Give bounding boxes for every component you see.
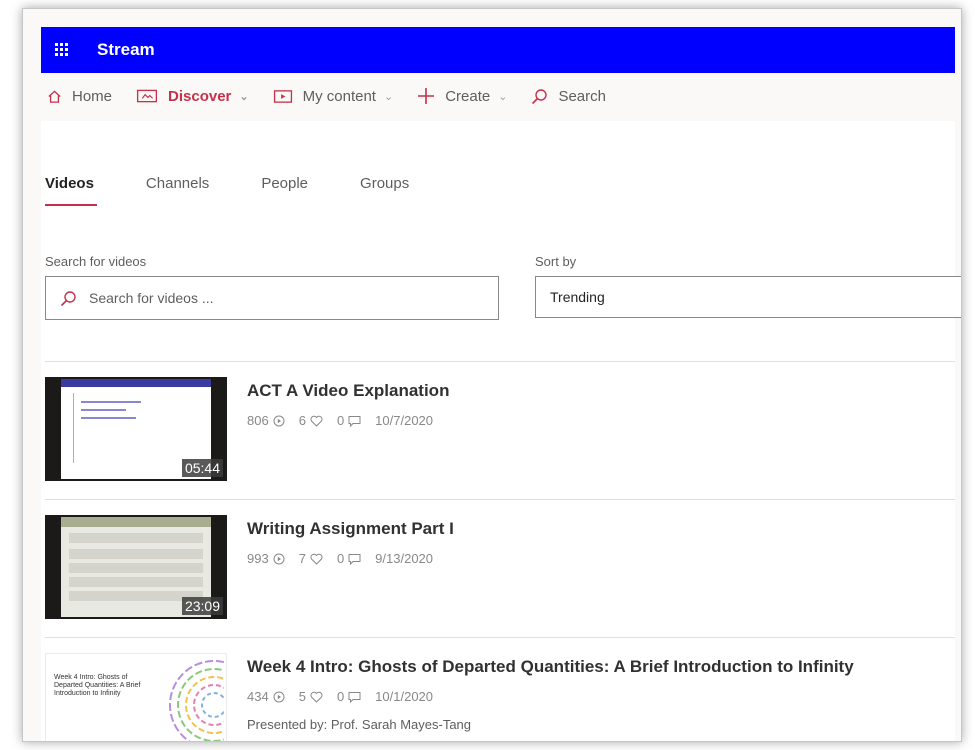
search-videos-input[interactable]: Search for videos ...: [45, 276, 499, 320]
discover-icon: [136, 89, 158, 102]
views-icon: [273, 691, 285, 702]
comment-icon: [348, 553, 361, 565]
views-icon: [273, 415, 285, 426]
video-thumbnail[interactable]: 05:44: [45, 377, 227, 481]
like-count: 5: [298, 689, 306, 704]
video-row[interactable]: 05:44 ACT A Video Explanation 806 6 0 10…: [45, 361, 955, 499]
chevron-down-icon: ⌄: [239, 90, 249, 103]
main-content: Videos Channels People Groups Search for…: [41, 121, 961, 741]
nav-search[interactable]: Search: [531, 88, 606, 105]
heart-icon: [310, 553, 323, 565]
video-presenter[interactable]: Presented by: Prof. Sarah Mayes-Tang: [247, 717, 471, 732]
video-row[interactable]: 23:09 Writing Assignment Part I 993 7 0 …: [45, 499, 955, 637]
heart-icon: [310, 415, 323, 427]
home-icon: [48, 89, 61, 103]
discover-tabs: Videos Channels People Groups: [45, 175, 461, 206]
app-title[interactable]: Stream: [97, 40, 155, 60]
video-row[interactable]: Week 4 Intro: Ghosts of Departed Quantit…: [45, 637, 955, 741]
search-icon: [532, 88, 548, 104]
sort-by-dropdown[interactable]: Trending: [535, 276, 961, 318]
main-nav: Home Discover ⌄ My content ⌄ Create ⌄ Se…: [47, 87, 630, 105]
comment-count: 0: [336, 689, 345, 704]
nav-my-content[interactable]: My content ⌄: [273, 87, 394, 105]
like-count: 6: [298, 413, 306, 428]
video-stats: 993 7 0 9/13/2020: [247, 551, 447, 566]
chevron-down-icon: ⌄: [383, 90, 394, 103]
video-title[interactable]: Writing Assignment Part I: [247, 519, 454, 539]
nav-create[interactable]: Create ⌄: [417, 87, 507, 105]
nav-discover[interactable]: Discover ⌄: [136, 88, 249, 105]
video-stats: 806 6 0 10/7/2020: [247, 413, 447, 428]
my-content-icon: [273, 89, 292, 103]
video-stats: 434 5 0 10/1/2020: [247, 689, 447, 704]
search-videos-label: Search for videos: [45, 254, 147, 269]
stream-window: Stream Home Discover ⌄ My content ⌄ Crea…: [22, 8, 962, 742]
search-icon: [60, 290, 76, 306]
sort-by-value: Trending: [550, 289, 605, 305]
sort-by-label: Sort by: [535, 254, 577, 269]
chevron-down-icon: ⌄: [498, 90, 508, 103]
nav-search-label: Search: [558, 87, 606, 105]
tab-channels[interactable]: Channels: [146, 175, 209, 206]
video-title[interactable]: ACT A Video Explanation: [247, 381, 449, 401]
nav-create-label: Create: [445, 87, 491, 105]
comment-icon: [348, 415, 361, 427]
heart-icon: [310, 691, 323, 703]
comment-count: 0: [336, 413, 345, 428]
comment-count: 0: [336, 551, 345, 566]
concentric-circles-graphic: [169, 660, 224, 741]
like-count: 7: [298, 551, 306, 566]
video-title[interactable]: Week 4 Intro: Ghosts of Departed Quantit…: [247, 657, 854, 677]
video-date: 10/7/2020: [375, 413, 434, 428]
video-date: 9/13/2020: [375, 551, 434, 566]
tab-people[interactable]: People: [261, 175, 308, 206]
video-duration: 23:09: [181, 597, 223, 615]
plus-icon: [418, 88, 435, 104]
search-videos-placeholder: Search for videos ...: [89, 290, 214, 306]
tab-videos[interactable]: Videos: [45, 175, 97, 206]
app-launcher-icon[interactable]: [55, 43, 69, 57]
nav-discover-label: Discover: [168, 87, 232, 105]
comment-icon: [348, 691, 361, 703]
app-header: Stream: [41, 27, 955, 73]
thumbnail-title-text: Week 4 Intro: Ghosts of Departed Quantit…: [54, 674, 141, 697]
video-thumbnail[interactable]: 23:09: [45, 515, 227, 619]
video-date: 10/1/2020: [375, 689, 434, 704]
view-count: 993: [247, 551, 269, 566]
tab-groups[interactable]: Groups: [360, 175, 409, 206]
video-duration: 05:44: [181, 459, 223, 477]
view-count: 806: [247, 413, 269, 428]
nav-home-label: Home: [72, 87, 113, 105]
view-count: 434: [247, 689, 269, 704]
nav-home[interactable]: Home: [47, 88, 112, 105]
nav-my-content-label: My content: [302, 87, 376, 105]
views-icon: [273, 553, 285, 564]
video-thumbnail[interactable]: Week 4 Intro: Ghosts of Departed Quantit…: [45, 653, 227, 741]
